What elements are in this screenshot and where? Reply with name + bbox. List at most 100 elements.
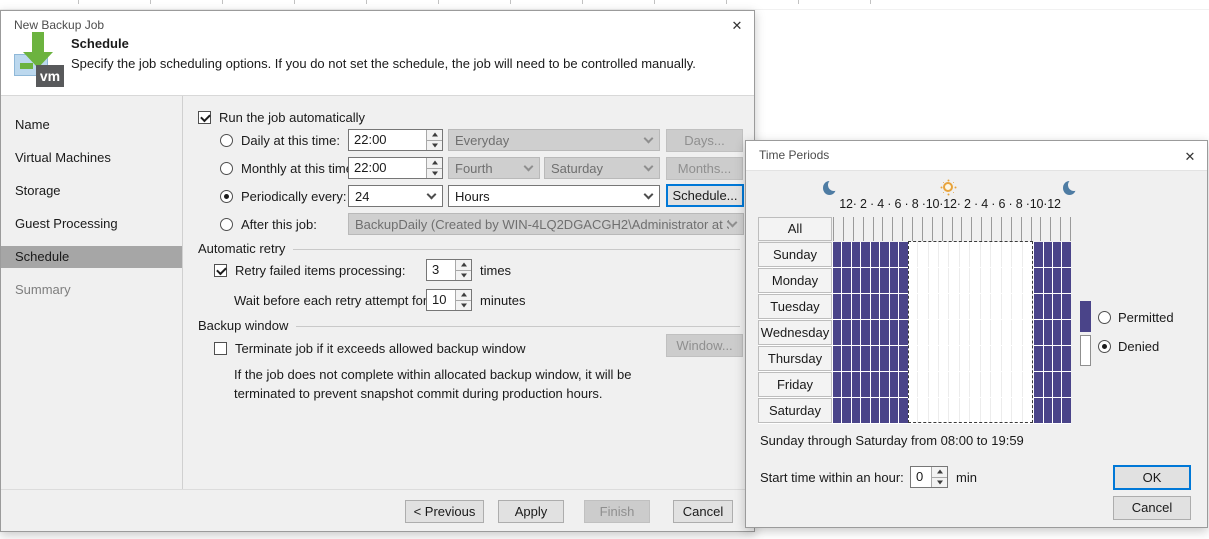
monthly-weekday-dropdown[interactable]: Saturday bbox=[544, 157, 660, 179]
grid-cell-denied[interactable] bbox=[919, 372, 928, 397]
daily-time-spin-buttons[interactable] bbox=[426, 130, 442, 150]
grid-cell-permitted[interactable] bbox=[1034, 268, 1042, 293]
grid-cell-denied[interactable] bbox=[950, 346, 959, 371]
grid-cell-denied[interactable] bbox=[1024, 372, 1033, 397]
grid-cell-permitted[interactable] bbox=[899, 242, 907, 267]
grid-cell-permitted[interactable] bbox=[833, 372, 841, 397]
grid-cell-permitted[interactable] bbox=[833, 346, 841, 371]
grid-cell-permitted[interactable] bbox=[1034, 294, 1042, 319]
sidebar-item-guest-processing[interactable]: Guest Processing bbox=[1, 213, 182, 235]
hour-column-header[interactable] bbox=[853, 217, 863, 241]
grid-cell-denied[interactable] bbox=[971, 346, 980, 371]
grid-cell-permitted[interactable] bbox=[842, 398, 850, 423]
spin-down-icon[interactable] bbox=[427, 169, 442, 179]
hour-column-header[interactable] bbox=[922, 217, 932, 241]
grid-cell-denied[interactable] bbox=[940, 372, 949, 397]
grid-cell-permitted[interactable] bbox=[899, 320, 907, 345]
grid-cell-denied[interactable] bbox=[992, 320, 1001, 345]
cancel-button[interactable]: Cancel bbox=[673, 500, 733, 523]
grid-cell-denied[interactable] bbox=[961, 242, 970, 267]
grid-cell-denied[interactable] bbox=[919, 268, 928, 293]
grid-cell-denied[interactable] bbox=[992, 372, 1001, 397]
grid-cell-permitted[interactable] bbox=[890, 242, 898, 267]
grid-cell-permitted[interactable] bbox=[871, 242, 879, 267]
hour-column-header[interactable] bbox=[991, 217, 1001, 241]
grid-cell-denied[interactable] bbox=[919, 294, 928, 319]
grid-cell-permitted[interactable] bbox=[880, 320, 888, 345]
grid-cell-denied[interactable] bbox=[982, 372, 991, 397]
grid-cell-permitted[interactable] bbox=[890, 346, 898, 371]
grid-cell-denied[interactable] bbox=[909, 372, 918, 397]
grid-cell-permitted[interactable] bbox=[852, 294, 860, 319]
grid-cell-denied[interactable] bbox=[992, 294, 1001, 319]
grid-cell-permitted[interactable] bbox=[852, 398, 860, 423]
grid-cell-denied[interactable] bbox=[1013, 268, 1022, 293]
grid-cell-denied[interactable] bbox=[930, 268, 939, 293]
grid-cell-denied[interactable] bbox=[940, 242, 949, 267]
grid-cell-denied[interactable] bbox=[961, 268, 970, 293]
grid-cell-denied[interactable] bbox=[930, 320, 939, 345]
grid-cell-denied[interactable] bbox=[1013, 242, 1022, 267]
spin-down-icon[interactable] bbox=[427, 141, 442, 151]
terminate-checkbox[interactable] bbox=[214, 342, 227, 355]
grid-cell-denied[interactable] bbox=[1013, 372, 1022, 397]
grid-cell-denied[interactable] bbox=[982, 294, 991, 319]
grid-cell-denied[interactable] bbox=[919, 242, 928, 267]
grid-cell-permitted[interactable] bbox=[1053, 320, 1061, 345]
grid-cell-permitted[interactable] bbox=[871, 268, 879, 293]
grid-cell-permitted[interactable] bbox=[1062, 372, 1070, 397]
spin-down-icon[interactable] bbox=[456, 271, 471, 281]
daily-radio[interactable] bbox=[220, 134, 233, 147]
grid-cell-denied[interactable] bbox=[950, 320, 959, 345]
hour-column-header[interactable] bbox=[1031, 217, 1041, 241]
hour-column-header[interactable] bbox=[1011, 217, 1021, 241]
grid-cell-denied[interactable] bbox=[961, 398, 970, 423]
apply-button[interactable]: Apply bbox=[498, 500, 564, 523]
wait-spin-buttons[interactable] bbox=[455, 290, 471, 310]
grid-cell-permitted[interactable] bbox=[861, 372, 869, 397]
daily-frequency-dropdown[interactable]: Everyday bbox=[448, 129, 660, 151]
grid-cell-permitted[interactable] bbox=[899, 268, 907, 293]
hour-column-header[interactable] bbox=[971, 217, 981, 241]
periodically-unit-dropdown[interactable]: Hours bbox=[448, 185, 660, 207]
grid-cell-denied[interactable] bbox=[940, 294, 949, 319]
grid-cell-permitted[interactable] bbox=[1044, 268, 1052, 293]
grid-cell-denied[interactable] bbox=[971, 320, 980, 345]
grid-cell-permitted[interactable] bbox=[890, 320, 898, 345]
grid-cell-denied[interactable] bbox=[1024, 320, 1033, 345]
hour-column-header[interactable] bbox=[873, 217, 883, 241]
grid-cell-denied[interactable] bbox=[1003, 294, 1012, 319]
grid-cell-permitted[interactable] bbox=[1044, 242, 1052, 267]
sidebar-item-name[interactable]: Name bbox=[1, 114, 182, 136]
grid-cell-permitted[interactable] bbox=[1034, 372, 1042, 397]
grid-cell-denied[interactable] bbox=[982, 346, 991, 371]
ok-button[interactable]: OK bbox=[1113, 465, 1191, 490]
grid-cell-denied[interactable] bbox=[992, 242, 1001, 267]
retry-checkbox[interactable] bbox=[214, 264, 227, 277]
after-job-dropdown[interactable]: BackupDaily (Created by WIN-4LQ2DGACGH2\… bbox=[348, 213, 744, 235]
grid-cell-permitted[interactable] bbox=[890, 268, 898, 293]
grid-cell-denied[interactable] bbox=[940, 268, 949, 293]
run-automatically-checkbox[interactable] bbox=[198, 111, 211, 124]
grid-cell-denied[interactable] bbox=[961, 372, 970, 397]
grid-cell-permitted[interactable] bbox=[861, 294, 869, 319]
grid-cell-permitted[interactable] bbox=[1062, 320, 1070, 345]
grid-cell-denied[interactable] bbox=[950, 372, 959, 397]
grid-cell-denied[interactable] bbox=[971, 372, 980, 397]
hour-column-header[interactable] bbox=[1001, 217, 1011, 241]
grid-cell-denied[interactable] bbox=[1013, 398, 1022, 423]
grid-cell-permitted[interactable] bbox=[1034, 242, 1042, 267]
spin-up-icon[interactable] bbox=[932, 467, 947, 478]
grid-cell-permitted[interactable] bbox=[1062, 242, 1070, 267]
grid-cell-denied[interactable] bbox=[1003, 242, 1012, 267]
grid-cell-denied[interactable] bbox=[940, 320, 949, 345]
monthly-time-spin-buttons[interactable] bbox=[426, 158, 442, 178]
hour-column-header[interactable] bbox=[912, 217, 922, 241]
hour-column-header[interactable] bbox=[961, 217, 971, 241]
hour-column-header[interactable] bbox=[882, 217, 892, 241]
grid-cell-denied[interactable] bbox=[930, 294, 939, 319]
grid-cell-permitted[interactable] bbox=[861, 268, 869, 293]
tp-cancel-button[interactable]: Cancel bbox=[1113, 496, 1191, 520]
grid-cell-denied[interactable] bbox=[930, 398, 939, 423]
day-button-friday[interactable]: Friday bbox=[758, 372, 832, 397]
